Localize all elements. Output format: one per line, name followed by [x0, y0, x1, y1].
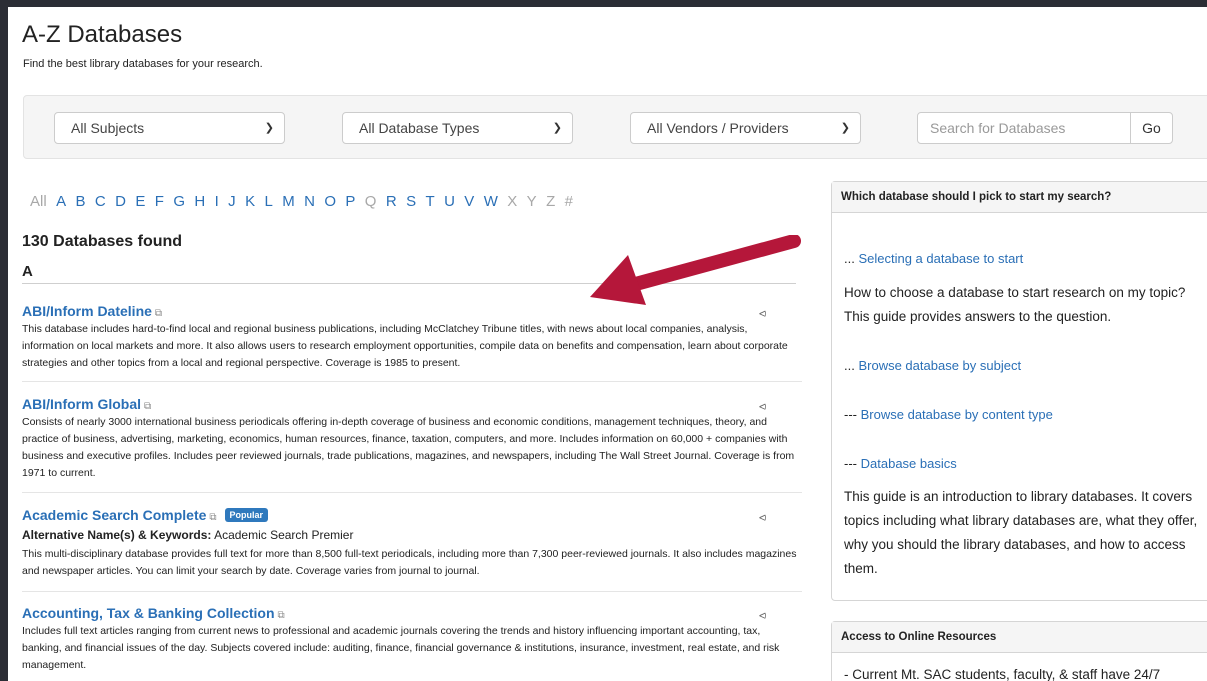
- browse-by-content-type-link[interactable]: Browse database by content type: [861, 407, 1053, 422]
- alternative-names-label: Alternative Name(s) & Keywords:: [22, 528, 212, 542]
- go-button[interactable]: Go: [1130, 112, 1173, 144]
- database-title-link[interactable]: ABI/Inform Global ⧉: [22, 396, 151, 412]
- share-icon[interactable]: ⪦: [759, 509, 766, 525]
- vendors-select[interactable]: All Vendors / Providers ❯: [630, 112, 861, 144]
- database-title-text[interactable]: Academic Search Complete: [22, 507, 206, 523]
- az-letter-b[interactable]: B: [75, 193, 85, 210]
- database-title-text[interactable]: Accounting, Tax & Banking Collection: [22, 605, 275, 621]
- az-letter-y: Y: [526, 193, 537, 210]
- az-letter-k[interactable]: K: [245, 193, 255, 210]
- database-basics-link[interactable]: Database basics: [861, 456, 957, 471]
- vendors-select-value: All Vendors / Providers: [647, 120, 789, 136]
- database-title-link[interactable]: Academic Search Complete ⧉ Popular: [22, 507, 269, 523]
- az-letter-z: Z: [546, 193, 556, 210]
- search-input[interactable]: Search for Databases: [917, 112, 1131, 144]
- database-description: Consists of nearly 3000 international bu…: [22, 416, 795, 479]
- list-item: Academic Search Complete ⧉ Popular ⪦ Alter…: [22, 507, 802, 592]
- database-help-panel: Which database should I pick to start my…: [831, 181, 1207, 601]
- chevron-down-icon: ❯: [264, 122, 274, 134]
- alternative-names: Alternative Name(s) & Keywords: Academic…: [22, 528, 353, 542]
- external-link-icon: ⧉: [209, 512, 217, 523]
- external-link-icon: ⧉: [277, 610, 285, 621]
- popular-badge: Popular: [224, 508, 269, 522]
- az-letter-all: All: [30, 193, 47, 210]
- az-letter-j[interactable]: J: [228, 193, 236, 210]
- help-link-row: --- Browse database by content type: [844, 407, 1053, 422]
- az-letter-g[interactable]: G: [173, 193, 185, 210]
- database-title-text[interactable]: ABI/Inform Dateline: [22, 303, 152, 319]
- database-title-text[interactable]: ABI/Inform Global: [22, 396, 141, 412]
- help-link-row: --- Database basics: [844, 456, 957, 471]
- az-letter-w[interactable]: W: [484, 193, 498, 210]
- list-item: ABI/Inform Global ⧉ ⪦ Consists of nearly …: [22, 396, 802, 493]
- filter-bar: All Subjects ❯ All Database Types ❯ All …: [23, 95, 1207, 159]
- section-letter: A: [22, 263, 33, 280]
- az-letter-x: X: [507, 193, 518, 210]
- az-letter-c[interactable]: C: [95, 193, 106, 210]
- az-letter-r[interactable]: R: [386, 193, 397, 210]
- help-link-row: ... Browse database by subject: [844, 358, 1021, 373]
- share-icon[interactable]: ⪦: [759, 607, 766, 623]
- az-letter-n[interactable]: N: [304, 193, 315, 210]
- database-types-select[interactable]: All Database Types ❯: [342, 112, 573, 144]
- az-letter-m[interactable]: M: [282, 193, 295, 210]
- az-letter-a[interactable]: A: [56, 193, 66, 210]
- az-letter-s[interactable]: S: [406, 193, 416, 210]
- page-subtitle: Find the best library databases for your…: [23, 58, 263, 70]
- help-text: This guide is an introduction to library…: [844, 489, 1198, 576]
- az-letter-f[interactable]: F: [155, 193, 164, 210]
- subjects-select-value: All Subjects: [71, 120, 145, 136]
- page: A-Z Databases Find the best library data…: [8, 7, 1207, 681]
- database-title-link[interactable]: ABI/Inform Dateline ⧉: [22, 303, 162, 319]
- az-letter-o[interactable]: O: [324, 193, 336, 210]
- az-letter-i[interactable]: I: [215, 193, 219, 210]
- list-item: Accounting, Tax & Banking Collection ⧉ ⪦ …: [22, 605, 802, 681]
- online-access-panel: Access to Online Resources - Current Mt.…: [831, 621, 1207, 681]
- panel-heading: Access to Online Resources: [832, 622, 1207, 653]
- page-title: A-Z Databases: [22, 21, 183, 48]
- link-prefix: ...: [844, 251, 855, 266]
- share-icon[interactable]: ⪦: [759, 398, 766, 414]
- panel-heading: Which database should I pick to start my…: [832, 182, 1207, 213]
- az-letter-q: Q: [364, 193, 377, 210]
- az-letter-t[interactable]: T: [426, 193, 435, 210]
- database-description: This multi-disciplinary database provide…: [22, 548, 797, 577]
- az-letter-u[interactable]: U: [444, 193, 455, 210]
- results-count: 130 Databases found: [22, 233, 183, 250]
- database-title-link[interactable]: Accounting, Tax & Banking Collection ⧉: [22, 605, 285, 621]
- types-select-value: All Database Types: [359, 120, 480, 136]
- link-prefix: ---: [844, 407, 857, 422]
- az-letter-h[interactable]: H: [194, 193, 205, 210]
- az-letter-p[interactable]: P: [345, 193, 355, 210]
- access-text: - Current Mt. SAC students, faculty, & s…: [844, 667, 1161, 681]
- selecting-database-link[interactable]: Selecting a database to start: [858, 251, 1023, 266]
- database-description: This database includes hard-to-find loca…: [22, 323, 788, 369]
- az-letter-e[interactable]: E: [135, 193, 145, 210]
- link-prefix: ...: [844, 358, 855, 373]
- help-link-row: ... Selecting a database to start: [844, 251, 1023, 266]
- external-link-icon: ⧉: [154, 308, 163, 319]
- browse-by-subject-link[interactable]: Browse database by subject: [858, 358, 1021, 373]
- az-letter-hash: #: [564, 193, 573, 210]
- az-letter-d[interactable]: D: [115, 193, 126, 210]
- chevron-down-icon: ❯: [840, 122, 850, 134]
- external-link-icon: ⧉: [144, 401, 152, 412]
- annotation-arrow-shaft: [625, 235, 801, 292]
- chevron-down-icon: ❯: [552, 122, 562, 134]
- az-letter-l[interactable]: L: [264, 193, 272, 210]
- az-letter-v[interactable]: V: [464, 193, 474, 210]
- database-description: Includes full text articles ranging from…: [22, 625, 780, 671]
- subjects-select[interactable]: All Subjects ❯: [54, 112, 285, 144]
- link-prefix: ---: [844, 456, 857, 471]
- az-letter-nav: All A B C D E F G H I J K L M N O P Q R S T U V W X Y Z #: [30, 193, 582, 210]
- annotation-arrow: [590, 235, 801, 305]
- help-text: How to choose a database to start resear…: [844, 285, 1186, 324]
- alternative-names-value: Academic Search Premier: [214, 528, 354, 542]
